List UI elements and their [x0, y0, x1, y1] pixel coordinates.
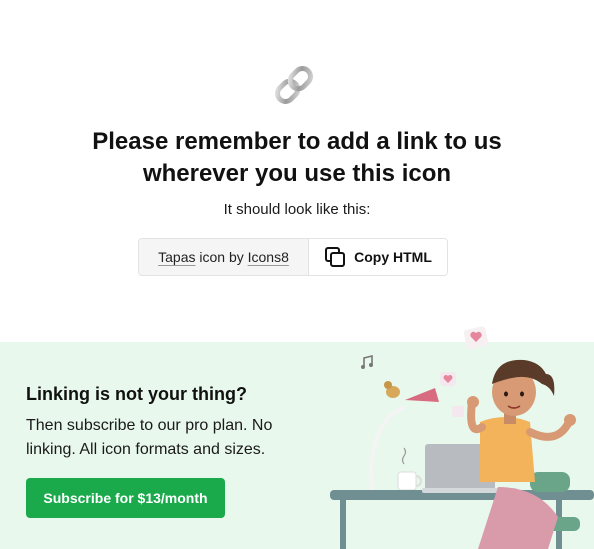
attribution-middle-text: icon by	[195, 249, 248, 265]
chain-link-icon	[275, 66, 313, 104]
icon-name-link[interactable]: Tapas	[158, 249, 195, 265]
author-link[interactable]: Icons8	[248, 249, 289, 265]
promo-title: Linking is not your thing?	[26, 384, 247, 404]
headline-line-1: Please remember to add a link to us	[92, 128, 502, 155]
headline-line-2: wherever you use this icon	[142, 160, 452, 187]
copy-html-label: Copy HTML	[354, 249, 432, 265]
page-title: Please remember to add a link to us wher…	[0, 126, 594, 190]
copy-icon	[325, 247, 346, 267]
attribution-preview: Tapas icon by Icons8 Copy HTML	[138, 238, 448, 276]
subscribe-button[interactable]: Subscribe for $13/month	[26, 478, 225, 518]
instruction-text: It should look like this:	[223, 201, 371, 218]
woman-working-at-laptop-illustration	[330, 326, 594, 549]
promo-text: Then subscribe to our pro plan. No linki…	[26, 417, 273, 458]
attribution-text: Tapas icon by Icons8	[139, 239, 309, 275]
attribution-section: Please remember to add a link to us wher…	[0, 0, 594, 342]
copy-html-button[interactable]: Copy HTML	[309, 239, 447, 275]
